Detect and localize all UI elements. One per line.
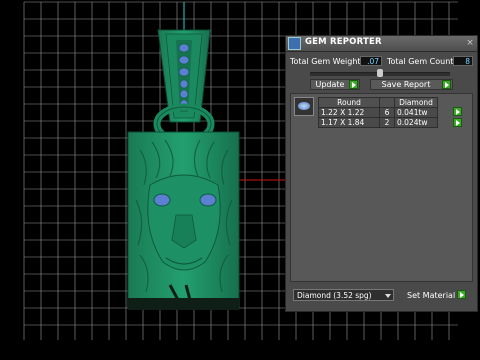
set-material-label[interactable]: Set Material	[407, 291, 455, 300]
column-header-count	[379, 97, 395, 108]
gem-count-cell: 2	[379, 117, 395, 128]
bail-gem	[178, 43, 190, 53]
play-arrow-icon	[442, 80, 451, 89]
chevron-down-icon	[385, 294, 391, 298]
panel-title: GEM REPORTER	[305, 37, 382, 47]
gem-reporter-panel: GEM REPORTER × Total Gem Weight .07 Tota…	[285, 35, 478, 312]
update-button[interactable]: Update	[310, 79, 360, 90]
bail-gem	[179, 79, 189, 89]
gem-size-cell: 1.22 X 1.22	[318, 107, 380, 118]
gem-count-cell: 6	[379, 107, 395, 118]
pendant-body	[127, 131, 240, 310]
row-arrow-icon[interactable]	[453, 118, 462, 127]
update-label: Update	[315, 80, 345, 89]
play-arrow-icon	[349, 80, 358, 89]
material-select-value: Diamond (3.52 spg)	[297, 291, 372, 300]
round-gem-icon	[298, 102, 310, 110]
total-gem-count-field: 8	[453, 56, 473, 66]
save-report-label: Save Report	[381, 80, 431, 89]
save-report-button[interactable]: Save Report	[370, 79, 453, 90]
panel-titlebar[interactable]: GEM REPORTER ×	[286, 36, 477, 52]
gem-weight-cell: 0.041tw	[394, 107, 438, 118]
column-header-shape: Round	[318, 97, 380, 108]
set-material-arrow-icon[interactable]	[457, 290, 466, 299]
gem-weight-cell: 0.024tw	[394, 117, 438, 128]
column-header-stone: Diamond	[394, 97, 438, 108]
gem-list-area: Round Diamond 1.22 X 1.22 6 0.041tw 1.17…	[290, 93, 473, 282]
bail-gem	[178, 67, 190, 77]
row-arrow-icon[interactable]	[453, 107, 462, 116]
bail-gem	[178, 55, 190, 65]
report-slider-thumb[interactable]	[377, 69, 383, 77]
bail-gem	[179, 89, 189, 99]
gem-size-cell: 1.17 X 1.84	[318, 117, 380, 128]
close-icon[interactable]: ×	[465, 38, 475, 48]
material-select[interactable]: Diamond (3.52 spg)	[293, 289, 394, 301]
total-gem-count-label: Total Gem Count	[387, 57, 454, 66]
gem-reporter-icon	[288, 37, 301, 50]
gem-thumbnail[interactable]	[294, 97, 314, 116]
total-gem-weight-field: .07	[360, 56, 382, 66]
table-row[interactable]: 1.22 X 1.22 6 0.041tw	[318, 107, 438, 118]
table-row[interactable]: 1.17 X 1.84 2 0.024tw	[318, 117, 438, 128]
gem-table: Round Diamond 1.22 X 1.22 6 0.041tw 1.17…	[318, 97, 438, 128]
total-gem-weight-label: Total Gem Weight	[290, 57, 361, 66]
